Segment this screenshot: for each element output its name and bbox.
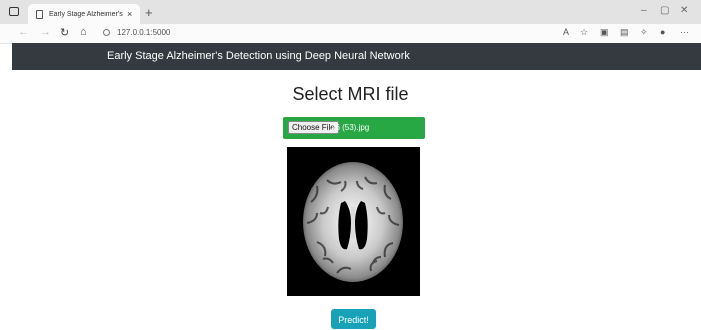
address-bar: ← → ↻ ⌂ 127.0.0.1:5000 A ☆ ▣ ▤ ✧ ● ··· [0, 24, 701, 44]
wallet-icon[interactable]: ▤ [620, 27, 629, 38]
app-navbar: Early Stage Alzheimer's Detection using … [12, 43, 701, 70]
tab-actions-icon[interactable] [9, 7, 19, 16]
file-input[interactable]: Choose File 26 (53).jpg [283, 117, 425, 139]
forward-icon[interactable]: → [40, 26, 51, 38]
more-icon[interactable]: ··· [680, 27, 689, 37]
refresh-icon[interactable]: ↻ [60, 26, 69, 39]
home-icon[interactable]: ⌂ [80, 26, 87, 38]
url-field[interactable]: 127.0.0.1:5000 [117, 28, 170, 37]
collections-icon[interactable]: ▣ [600, 27, 609, 38]
selected-filename: 26 (53).jpg [331, 123, 370, 132]
close-window-icon[interactable]: ✕ [680, 5, 688, 16]
favorites-icon[interactable]: ☆ [580, 27, 588, 38]
page-icon [36, 9, 43, 19]
tab-close-icon[interactable]: × [127, 9, 132, 19]
tab-title: Early Stage Alzheimer's Detectio [49, 10, 123, 18]
site-info-icon[interactable] [103, 29, 110, 36]
browser-tab[interactable]: Early Stage Alzheimer's Detectio × [28, 4, 140, 24]
browser-titlebar: Early Stage Alzheimer's Detectio × + – ▢… [0, 0, 701, 24]
profile-icon[interactable]: ● [660, 27, 665, 37]
predict-button[interactable]: Predict! [331, 309, 376, 329]
read-aloud-icon[interactable]: A [563, 27, 569, 37]
new-tab-icon[interactable]: + [145, 5, 153, 20]
page-heading: Select MRI file [292, 84, 409, 104]
minimize-icon[interactable]: – [641, 5, 647, 16]
app-title: Early Stage Alzheimer's Detection using … [107, 50, 410, 62]
mri-image [287, 147, 420, 296]
restore-icon[interactable]: ▢ [660, 5, 669, 16]
back-icon[interactable]: ← [18, 26, 29, 38]
extensions-icon[interactable]: ✧ [640, 27, 648, 38]
